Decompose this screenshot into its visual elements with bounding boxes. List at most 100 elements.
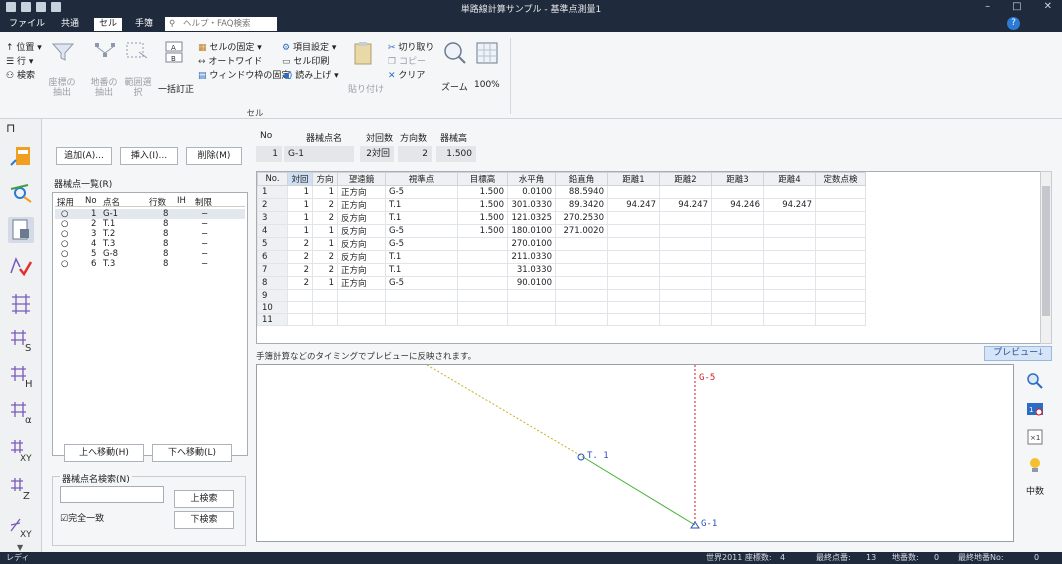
grid-cell[interactable]: 1 [312, 185, 338, 199]
table-row[interactable]: 10 [257, 301, 866, 314]
grid-cell[interactable]: T.1 [385, 250, 458, 264]
grid-cell[interactable] [337, 313, 386, 326]
grid-cell[interactable]: 90.0100 [507, 276, 556, 290]
grid-cell[interactable] [457, 289, 508, 302]
grid-cell[interactable]: 1.500 [457, 224, 508, 238]
grid-cell[interactable] [457, 237, 508, 251]
row-number-cell[interactable]: 2 [257, 198, 288, 212]
grid-cell[interactable]: 31.0330 [507, 263, 556, 277]
grid-cell[interactable] [312, 289, 338, 302]
row-number-cell[interactable]: 7 [257, 263, 288, 277]
delete-button[interactable]: 削除(M) [186, 147, 242, 165]
list-item[interactable]: ○ 5 G-8 8− [55, 249, 245, 259]
grid-cell[interactable] [507, 313, 556, 326]
maximize-icon[interactable]: □ [1012, 1, 1021, 12]
grid-cell[interactable]: 2 [312, 211, 338, 225]
grid-cell[interactable] [555, 276, 608, 290]
list-item[interactable]: ○ 1 G-1 8− [55, 209, 245, 219]
grid-cell[interactable] [815, 313, 866, 326]
grid-cell[interactable]: 正方向 [337, 185, 386, 199]
notebook-icon[interactable] [8, 217, 34, 243]
coordinate-icon[interactable]: 1 [1021, 396, 1049, 420]
list-item[interactable]: ○ 4 T.3 8− [55, 239, 245, 249]
grid-cell[interactable] [555, 237, 608, 251]
move-up-button[interactable]: 上へ移動(H) [64, 444, 144, 462]
table-row[interactable]: 3 1 2 反方向 T.1 1.500 121.0325 270.2530 [257, 211, 866, 225]
grid-cell[interactable] [763, 250, 816, 264]
menu-file[interactable]: ファイル [4, 18, 50, 31]
preview-button[interactable]: プレビュー🡓 [984, 346, 1052, 361]
grid-cell[interactable] [385, 313, 458, 326]
grid-cell[interactable]: 94.247 [763, 198, 816, 212]
table-row[interactable]: 6 2 2 反方向 T.1 211.0330 [257, 250, 866, 264]
landno-extract-button[interactable]: 地番の抽出 [90, 78, 118, 98]
col-adopt[interactable]: 採用 [57, 196, 74, 208]
grid-cell[interactable]: 2 [287, 237, 313, 251]
grid-cell[interactable] [457, 250, 508, 264]
minimize-icon[interactable]: – [985, 1, 990, 12]
grid-cell[interactable] [312, 301, 338, 314]
grid-cell[interactable] [815, 263, 866, 277]
list-item[interactable]: ○ 6 T.3 8− [55, 259, 245, 269]
grid-cell[interactable] [287, 301, 313, 314]
cell-print-button[interactable]: ▭ セル印刷 [282, 54, 329, 67]
grid-col-target[interactable]: 視準点 [385, 172, 458, 186]
grid-cell[interactable] [763, 313, 816, 326]
grid-cell[interactable] [711, 211, 764, 225]
grid-cell[interactable]: 94.246 [711, 198, 764, 212]
grid-cell[interactable]: 1 [287, 185, 313, 199]
grid-cell[interactable]: 180.0100 [507, 224, 556, 238]
grid-cell[interactable]: 121.0325 [507, 211, 556, 225]
zoom-in-icon[interactable] [1021, 368, 1049, 392]
survey-icon[interactable] [8, 181, 34, 207]
position-button[interactable]: ↑ 位置 ▾ [6, 40, 42, 53]
grid-cell[interactable] [287, 313, 313, 326]
grid-cell[interactable]: G-5 [385, 185, 458, 199]
grid-cell[interactable] [763, 276, 816, 290]
grid-cell[interactable]: 2 [312, 250, 338, 264]
fit-icon[interactable]: ×1 [1021, 424, 1049, 448]
traverse-z-icon[interactable]: Z [8, 475, 34, 502]
grid-cell[interactable] [763, 263, 816, 277]
menu-common[interactable]: 共通 [56, 18, 84, 31]
grid-col-target-height[interactable]: 目標高 [457, 172, 508, 186]
grid-cell[interactable] [763, 211, 816, 225]
grid-cell[interactable] [555, 263, 608, 277]
grid-cell[interactable] [763, 289, 816, 302]
grid-cell[interactable] [507, 289, 556, 302]
grid-cell[interactable] [312, 313, 338, 326]
cut-button[interactable]: ✂ 切り取り [388, 40, 434, 53]
scroll-down-icon[interactable]: ▼ [17, 543, 23, 552]
grid-cell[interactable] [457, 313, 508, 326]
grid-cell[interactable]: 211.0330 [507, 250, 556, 264]
grid-cell[interactable] [555, 250, 608, 264]
grid-cell[interactable] [763, 237, 816, 251]
grid-cell[interactable] [711, 276, 764, 290]
grid-cell[interactable] [337, 289, 386, 302]
list-item[interactable]: ○ 2 T.1 8− [55, 219, 245, 229]
clear-button[interactable]: ✕ クリア [388, 68, 425, 81]
grid-cell[interactable] [659, 263, 712, 277]
instrument-search-input[interactable] [60, 486, 164, 503]
scrollbar-thumb[interactable] [1042, 186, 1050, 316]
grid-cell[interactable]: 271.0020 [555, 224, 608, 238]
grid-cell[interactable]: 正方向 [337, 276, 386, 290]
range-select-button[interactable]: 範囲選択 [121, 78, 155, 98]
row-number-cell[interactable]: 6 [257, 250, 288, 264]
grid-cell[interactable] [507, 301, 556, 314]
check-icon[interactable] [8, 253, 34, 279]
grid-cell[interactable] [607, 211, 660, 225]
row-number-cell[interactable]: 10 [257, 301, 288, 314]
row-number-cell[interactable]: 9 [257, 289, 288, 302]
search-button[interactable]: ⚇ 検索 [6, 68, 35, 81]
grid-cell[interactable] [659, 301, 712, 314]
grid-cell[interactable] [711, 185, 764, 199]
grid-cell[interactable] [607, 313, 660, 326]
grid-cell[interactable] [711, 263, 764, 277]
search-down-button[interactable]: 下検索 [174, 511, 234, 529]
grid-cell[interactable] [555, 313, 608, 326]
grid-cell[interactable]: 270.2530 [555, 211, 608, 225]
pin-icon[interactable]: ⊓ [6, 121, 15, 135]
grid-col-dist4[interactable]: 距離4 [763, 172, 816, 186]
grid-cell[interactable]: 0.0100 [507, 185, 556, 199]
